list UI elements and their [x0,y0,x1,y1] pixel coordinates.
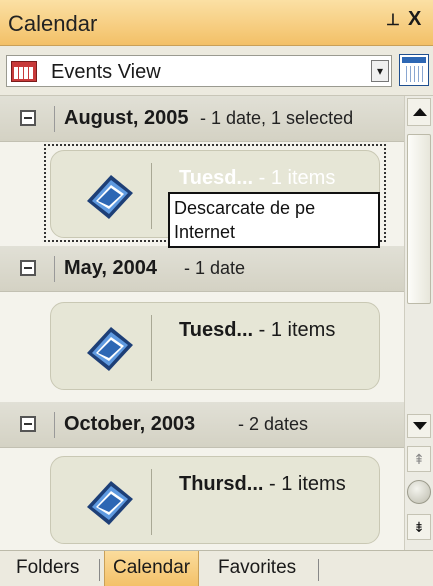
tab-folders[interactable]: Folders [8,551,87,586]
group-detail: - 1 date, 1 selected [200,108,354,128]
card-text: Tuesd... - 1 items [179,167,335,190]
card-text: Thursd... - 1 items [179,473,346,496]
tab-favorites[interactable]: Favorites [210,551,304,586]
card-name: Tuesd... [179,167,254,189]
collapse-icon[interactable] [20,260,36,276]
panel-title: Calendar [8,11,98,36]
group-divider [54,106,55,132]
tab-divider [318,559,319,581]
title-bar: Calendar ⊥ X [0,0,433,46]
group-detail: - 2 dates [238,414,309,434]
page-down-icon[interactable]: ⇟ [407,514,431,540]
view-dropdown[interactable]: Events View ▾ [6,55,392,87]
calendar-icon[interactable] [399,54,429,86]
scroll-down-icon[interactable] [407,414,431,438]
tooltip-line: Internet [174,222,236,242]
tab-calendar[interactable]: Calendar [104,551,200,586]
group-header[interactable]: May, 2004 - 1 date [0,246,404,292]
browse-circle-icon[interactable] [407,480,431,504]
card-divider [151,315,152,381]
collapse-icon[interactable] [20,416,36,432]
event-list: August, 2005 - 1 date, 1 selected Tuesd.… [0,96,404,550]
pin-icon[interactable]: ⊥ [386,10,400,30]
calendar-panel: Calendar ⊥ X Events View ▾ August, 2005 … [0,0,433,586]
page-up-icon[interactable]: ⇞ [407,446,431,472]
calendar-view-icon [11,61,37,82]
event-card[interactable]: Tuesd... - 1 items [50,302,380,390]
group-divider [54,256,55,282]
group-divider [54,412,55,438]
card-detail: - 1 items [258,167,336,189]
scroll-thumb[interactable] [407,134,431,304]
event-item-icon [87,175,133,219]
card-divider [151,163,152,229]
card-detail: - 1 items [258,319,336,341]
card-name: Tuesd... [179,319,254,341]
card-divider [151,469,152,535]
card-name: Thursd... [179,473,264,495]
tooltip-line: Descarcate de pe [174,198,316,218]
card-text: Tuesd... - 1 items [179,319,335,342]
close-icon[interactable]: X [408,8,421,31]
event-item-icon [87,327,133,371]
vertical-scrollbar[interactable]: ⇞ ⇟ [404,96,433,550]
group-title: May, 2004 [64,257,158,279]
collapse-icon[interactable] [20,110,36,126]
tab-divider [99,559,100,581]
group-title: August, 2005 [64,107,189,129]
view-dropdown-value: Events View [51,61,161,83]
event-card[interactable]: Thursd... - 1 items [50,456,380,544]
event-item-icon [87,481,133,525]
group-header[interactable]: October, 2003 - 2 dates [0,402,404,448]
group-detail: - 1 date [184,258,246,278]
tooltip: Descarcate de pe Internet [168,192,380,248]
card-detail: - 1 items [269,473,346,495]
bottom-tab-bar: Folders Calendar Favorites [0,550,433,586]
chevron-down-icon[interactable]: ▾ [371,60,389,82]
scroll-up-icon[interactable] [407,98,431,126]
group-title: October, 2003 [64,413,196,435]
view-selector-row: Events View ▾ [0,46,433,96]
group-header[interactable]: August, 2005 - 1 date, 1 selected [0,96,404,142]
